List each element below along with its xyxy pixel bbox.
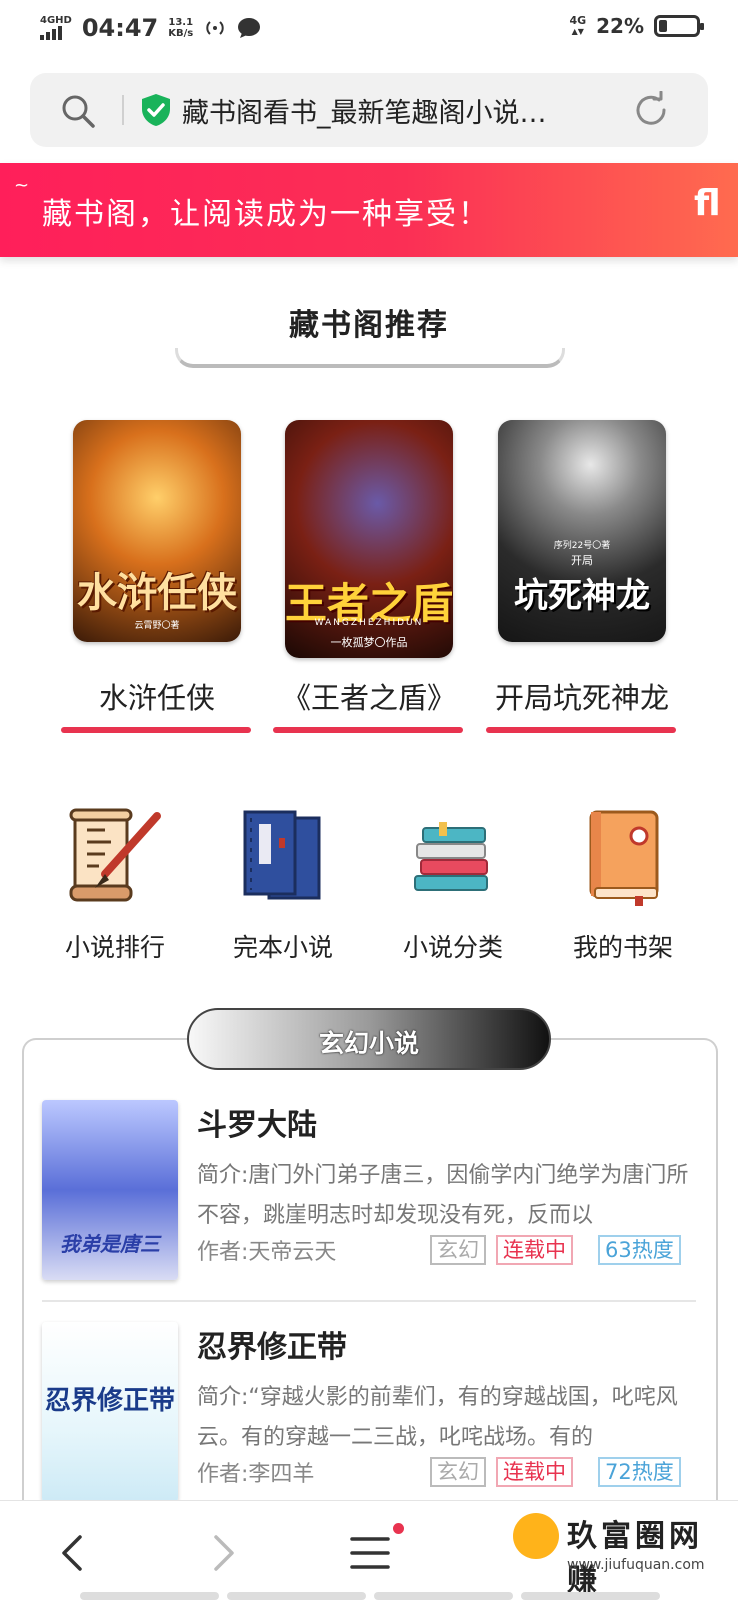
network-label: 4GHD <box>40 15 72 26</box>
thread-bound-books-icon <box>243 810 321 900</box>
cover-subtitle: WANGZHEZHIDUN <box>314 618 424 628</box>
cover-author: 序列22号〇著 <box>553 541 611 551</box>
page-indicator <box>80 1592 660 1600</box>
banner-tilde: ~ <box>14 175 30 196</box>
network-speed: 13.1 KB/s <box>168 17 193 39</box>
reload-icon[interactable] <box>632 91 670 129</box>
search-icon[interactable] <box>60 93 96 129</box>
status-tag: 连载中 <box>496 1235 573 1265</box>
forward-icon[interactable] <box>200 1531 244 1575</box>
book-title[interactable]: 斗罗大陆 <box>197 1100 317 1144</box>
book-stack-icon <box>414 822 488 891</box>
book-author: 作者:李四羊 <box>197 1462 315 1487</box>
battery-percent: 22% <box>596 14 644 38</box>
book-title[interactable]: 忍界修正带 <box>197 1322 347 1366</box>
watermark-text: 玖富圈网赚 <box>567 1519 703 1598</box>
site-banner: ~ 藏书阁，让阅读成为一种享受！ fl <box>0 163 738 257</box>
book-thumbnail[interactable]: 我弟是唐三 <box>42 1100 178 1280</box>
signal-icon: 4GHD <box>40 16 72 40</box>
menu-completed[interactable]: 完本小说 <box>208 808 358 964</box>
status-tag: 连载中 <box>496 1457 573 1487</box>
recommend-title-underline <box>175 348 565 368</box>
genre-tag: 玄幻 <box>430 1235 486 1265</box>
recommend-book-name[interactable]: 开局坑死神龙 <box>482 675 682 717</box>
category-title: 玄幻小说 <box>318 1029 419 1058</box>
recommend-book-name[interactable]: 《王者之盾》 <box>269 675 469 717</box>
recommend-underline <box>61 727 251 733</box>
address-divider <box>122 95 124 125</box>
hotspot-icon <box>206 21 224 35</box>
recommend-title: 藏书阁推荐 <box>289 308 449 343</box>
clock: 04:47 <box>81 14 159 42</box>
book-thumbnail[interactable]: 忍界修正带 <box>42 1322 178 1502</box>
book-cover-2[interactable]: 王者之盾 WANGZHEZHIDUN 一枚孤梦〇作品 <box>285 420 453 658</box>
book-intro: 简介:唐门外门弟子唐三，因偷学内门绝学为唐门所不容，跳崖明志时却发现没有死，反而… <box>197 1163 689 1228</box>
recommend-underline <box>486 727 676 733</box>
heat-tag: 72热度 <box>598 1457 681 1487</box>
speed-unit: KB/s <box>168 28 194 39</box>
book-cover-1[interactable]: 水浒任侠 云霄野〇著 <box>73 420 241 642</box>
page-title[interactable]: 藏书阁看书_最新笔趣阁小说… <box>182 91 612 130</box>
secure-shield-icon <box>142 94 170 126</box>
cover-author: 一枚孤梦〇作品 <box>330 636 408 649</box>
recommend-book-name[interactable]: 水浒任侠 <box>57 675 257 717</box>
thumb-title: 忍界修正带 <box>44 1386 175 1416</box>
cover-title: 水浒任侠 <box>77 569 237 616</box>
genre-tag: 玄幻 <box>430 1457 486 1487</box>
category-tab[interactable]: 玄幻小说 <box>187 1008 551 1070</box>
battery-icon <box>654 15 704 37</box>
recommend-underline <box>273 727 463 733</box>
book-author: 作者:天帝云天 <box>197 1240 337 1265</box>
menu-label: 完本小说 <box>232 933 333 962</box>
bookshelf-notebook-icon <box>589 810 659 906</box>
network-type-label: 4G <box>569 14 587 27</box>
menu-ranking[interactable]: 小说排行 <box>40 808 190 964</box>
cover-author: 云霄野〇著 <box>134 621 180 631</box>
network-type: 4G ▲▼ <box>569 14 587 36</box>
scroll-brush-icon <box>69 808 161 902</box>
menu-label: 小说分类 <box>402 933 503 962</box>
watermark: 玖富圈网赚 www.jiufuquan.com <box>505 1505 733 1598</box>
banner-menu-icon[interactable]: fl <box>694 183 721 224</box>
list-divider <box>42 1300 696 1302</box>
cover-title: 坑死神龙 <box>514 576 650 616</box>
book-cover-3[interactable]: 序列22号〇著 开局 坑死神龙 <box>498 420 666 642</box>
notification-dot <box>393 1523 404 1534</box>
book-intro: 简介:“穿越火影的前辈们，有的穿越战国，叱咤风云。有的穿越一二三战，叱咤战场。有… <box>197 1385 678 1450</box>
status-bar: 4GHD 04:47 13.1 KB/s 4G ▲▼ 22% <box>0 0 738 58</box>
menu-label: 我的书架 <box>572 933 673 962</box>
menu-icon[interactable] <box>348 1531 392 1575</box>
menu-label: 小说排行 <box>64 933 165 962</box>
heat-tag: 63热度 <box>598 1235 681 1265</box>
menu-bookshelf[interactable]: 我的书架 <box>548 808 698 964</box>
speed-value: 13.1 <box>168 17 194 28</box>
watermark-url: www.jiufuquan.com <box>567 1557 705 1573</box>
thumb-title: 我弟是唐三 <box>60 1232 160 1256</box>
message-icon <box>238 18 261 38</box>
menu-categories[interactable]: 小说分类 <box>378 808 528 964</box>
banner-slogan: 藏书阁，让阅读成为一种享受！ <box>42 197 490 232</box>
watermark-logo-icon <box>513 1513 559 1559</box>
cover-subtitle: 开局 <box>571 554 593 567</box>
address-bar[interactable]: 藏书阁看书_最新笔趣阁小说… <box>30 73 708 147</box>
back-icon[interactable] <box>52 1531 96 1575</box>
